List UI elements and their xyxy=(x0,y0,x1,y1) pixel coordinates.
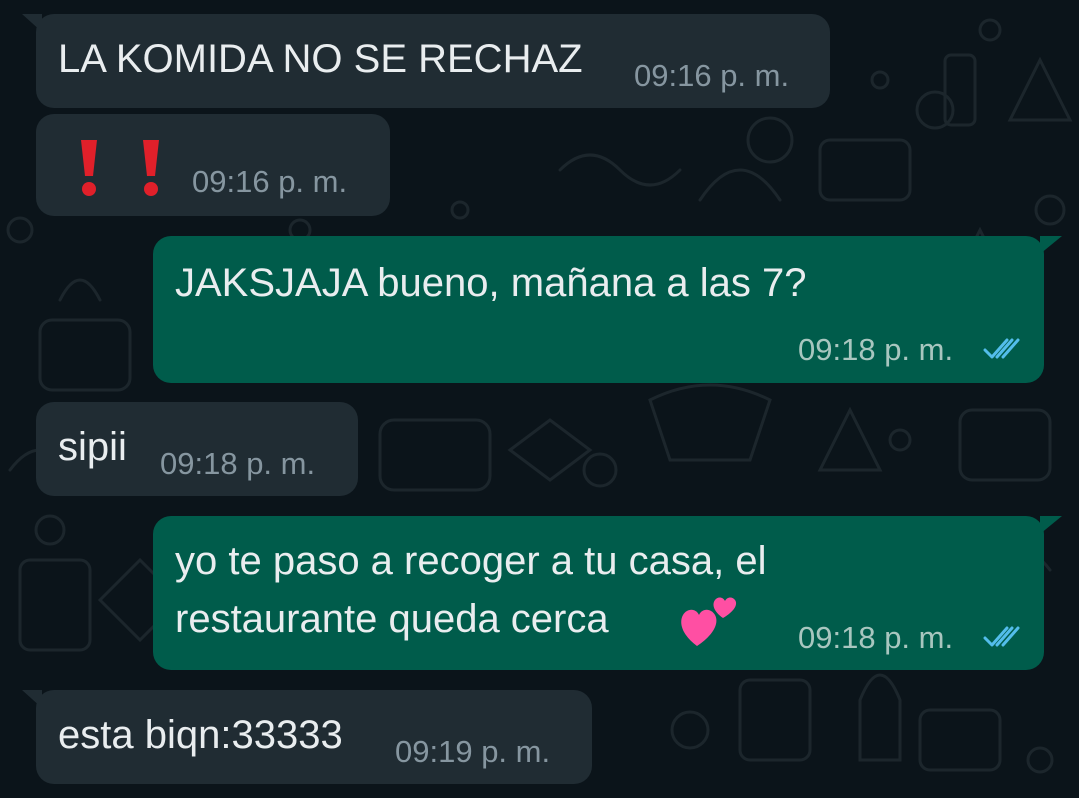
exclamation-icon xyxy=(81,140,97,196)
message-timestamp: 09:16 p. m. xyxy=(634,58,790,93)
incoming-message[interactable]: sipii 09:18 p. m. xyxy=(36,402,358,496)
message-timestamp: 09:19 p. m. xyxy=(395,734,551,769)
read-receipt-icon xyxy=(983,338,1020,359)
read-receipt-icon xyxy=(983,626,1020,647)
incoming-message[interactable]: 09:16 p. m. xyxy=(36,114,390,216)
message-text: esta biqn:33333 xyxy=(58,713,343,757)
bubble-tail xyxy=(1040,236,1062,254)
incoming-message[interactable]: esta biqn:33333 09:19 p. m. xyxy=(36,690,592,784)
message-timestamp: 09:18 p. m. xyxy=(798,620,954,655)
message-timestamp: 09:16 p. m. xyxy=(192,164,348,199)
message-text: LA KOMIDA NO SE RECHAZ xyxy=(58,37,583,81)
exclamation-icon xyxy=(143,140,159,196)
message-timestamp: 09:18 p. m. xyxy=(798,332,954,367)
message-text-line: yo te paso a recoger a tu casa, el xyxy=(175,539,767,583)
incoming-message[interactable]: LA KOMIDA NO SE RECHAZ 09:16 p. m. xyxy=(36,14,830,108)
message-list[interactable]: LA KOMIDA NO SE RECHAZ 09:16 p. m. 09:16… xyxy=(0,0,1079,798)
two-hearts-icon xyxy=(681,597,737,646)
bubble-tail xyxy=(22,14,42,32)
bubble-tail xyxy=(1040,516,1062,534)
message-timestamp: 09:18 p. m. xyxy=(160,446,316,481)
bubble-tail xyxy=(22,690,42,708)
message-text-line: restaurante queda cerca xyxy=(175,597,609,641)
message-text: JAKSJAJA bueno, mañana a las 7? xyxy=(175,261,807,305)
outgoing-message[interactable]: yo te paso a recoger a tu casa, el resta… xyxy=(153,516,1044,670)
outgoing-message[interactable]: JAKSJAJA bueno, mañana a las 7? 09:18 p.… xyxy=(153,236,1044,383)
message-text: sipii xyxy=(58,425,127,469)
